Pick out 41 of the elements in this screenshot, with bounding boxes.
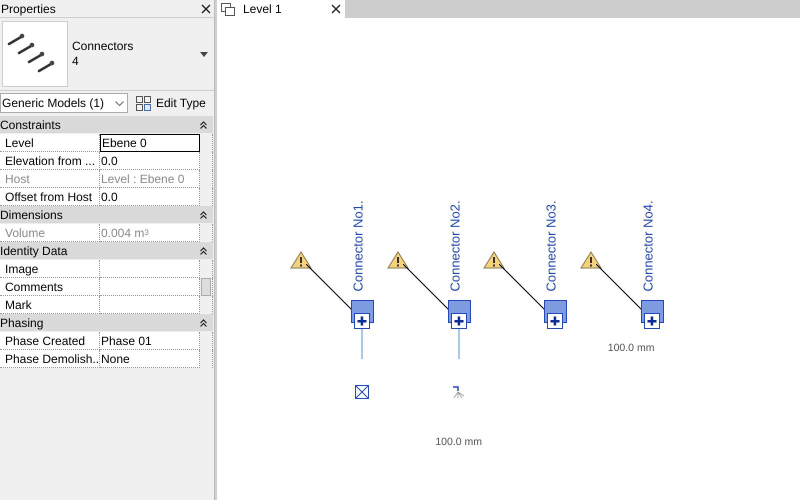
edit-type-icon[interactable] — [136, 96, 151, 110]
close-icon[interactable] — [201, 4, 211, 14]
air-terminal-icon[interactable] — [355, 385, 369, 399]
sprinkler-icon[interactable] — [452, 385, 466, 399]
dimension-label: 100.0 mm — [608, 342, 654, 354]
connector-drawing[interactable] — [641, 300, 664, 329]
category-selector[interactable]: Generic Models (1) — [0, 93, 128, 113]
connector-label: Connector No4. — [640, 200, 656, 292]
floor-plan-view-icon — [221, 2, 235, 16]
panel-title: Properties — [1, 2, 56, 16]
group-header[interactable]: Constraints — [0, 116, 213, 134]
warning-icon[interactable] — [580, 251, 602, 269]
warning-icon[interactable] — [483, 251, 506, 269]
warning-icon[interactable] — [290, 251, 312, 269]
connectors-thumbnail — [2, 21, 68, 87]
group-header[interactable]: Phasing — [0, 314, 213, 332]
type-name: Connectors — [72, 39, 134, 54]
property-name: Phase Demolish... — [0, 350, 100, 368]
stem-line — [458, 329, 460, 359]
edit-type-button[interactable]: Edit Type — [134, 93, 208, 113]
warning-icon[interactable] — [386, 251, 409, 269]
connector-drawing[interactable] — [351, 300, 374, 329]
connector-label: Connector No2. — [447, 200, 462, 292]
collapse-icon[interactable] — [200, 318, 207, 326]
collapse-icon[interactable] — [200, 210, 207, 218]
collapse-icon[interactable] — [200, 120, 207, 128]
close-icon[interactable] — [331, 4, 341, 14]
stem-line — [361, 329, 363, 359]
connector-label: Connector No1. — [350, 200, 366, 292]
view-tab[interactable]: Level 1 — [217, 0, 345, 18]
group-header[interactable]: Identity Data — [0, 242, 213, 260]
connector-label: Connector No3. — [544, 200, 559, 292]
dimension-label: 100.0 mm — [435, 436, 482, 448]
connector-drawing[interactable] — [544, 300, 568, 329]
scrollbar-track[interactable] — [200, 224, 213, 242]
property-value[interactable]: Ebene 0 — [100, 134, 200, 152]
connector-drawing[interactable] — [448, 300, 471, 329]
group-header[interactable]: Dimensions — [0, 206, 213, 224]
collapse-icon[interactable] — [200, 246, 207, 254]
type-count: 4 — [72, 54, 80, 69]
dropdown-icon[interactable] — [200, 52, 208, 56]
